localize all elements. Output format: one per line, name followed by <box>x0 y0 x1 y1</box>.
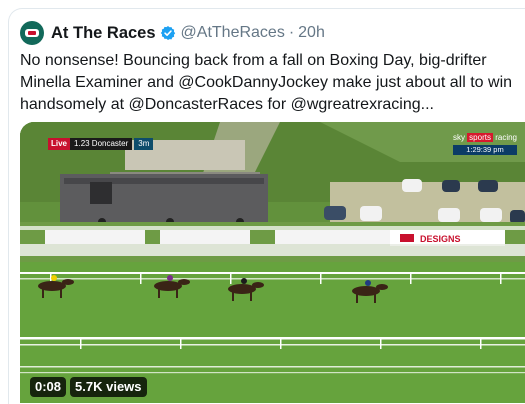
verified-badge-icon <box>160 26 175 40</box>
distance-label: 3m <box>134 138 154 150</box>
broadcaster-sky: sky <box>452 133 465 142</box>
tweet-timestamp[interactable]: 20h <box>298 24 325 42</box>
racecourse-scene: DESIGNS betway <box>20 122 525 403</box>
broadcaster-sports: sports <box>467 133 493 142</box>
video-player[interactable]: DESIGNS betway <box>20 122 525 403</box>
broadcaster-racing: racing <box>495 133 517 142</box>
tweet-text: No nonsense! Bouncing back from a fall o… <box>20 52 513 113</box>
avatar[interactable] <box>20 21 44 45</box>
account-handle[interactable]: @AtTheRaces <box>181 24 285 42</box>
designs-sign: DESIGNS <box>420 234 461 244</box>
broadcast-clock: 1:29:39 pm <box>452 145 517 155</box>
view-count: 5.7K views <box>70 377 147 397</box>
video-stats: 0:08 5.7K views <box>30 377 151 397</box>
tweet-header: At The Races @AtTheRaces · 20h <box>51 22 325 44</box>
at-the-races-logo-icon <box>25 29 39 37</box>
account-name[interactable]: At The Races <box>51 24 156 43</box>
separator-dot: · <box>288 24 295 41</box>
race-label: 1.23 Doncaster <box>70 138 133 150</box>
live-race-graphic: Live 1.23 Doncaster 3m <box>48 138 154 150</box>
live-label: Live <box>48 138 71 150</box>
video-duration: 0:08 <box>30 377 67 397</box>
broadcaster-logo: sky sports racing 1:29:39 pm <box>452 133 517 155</box>
